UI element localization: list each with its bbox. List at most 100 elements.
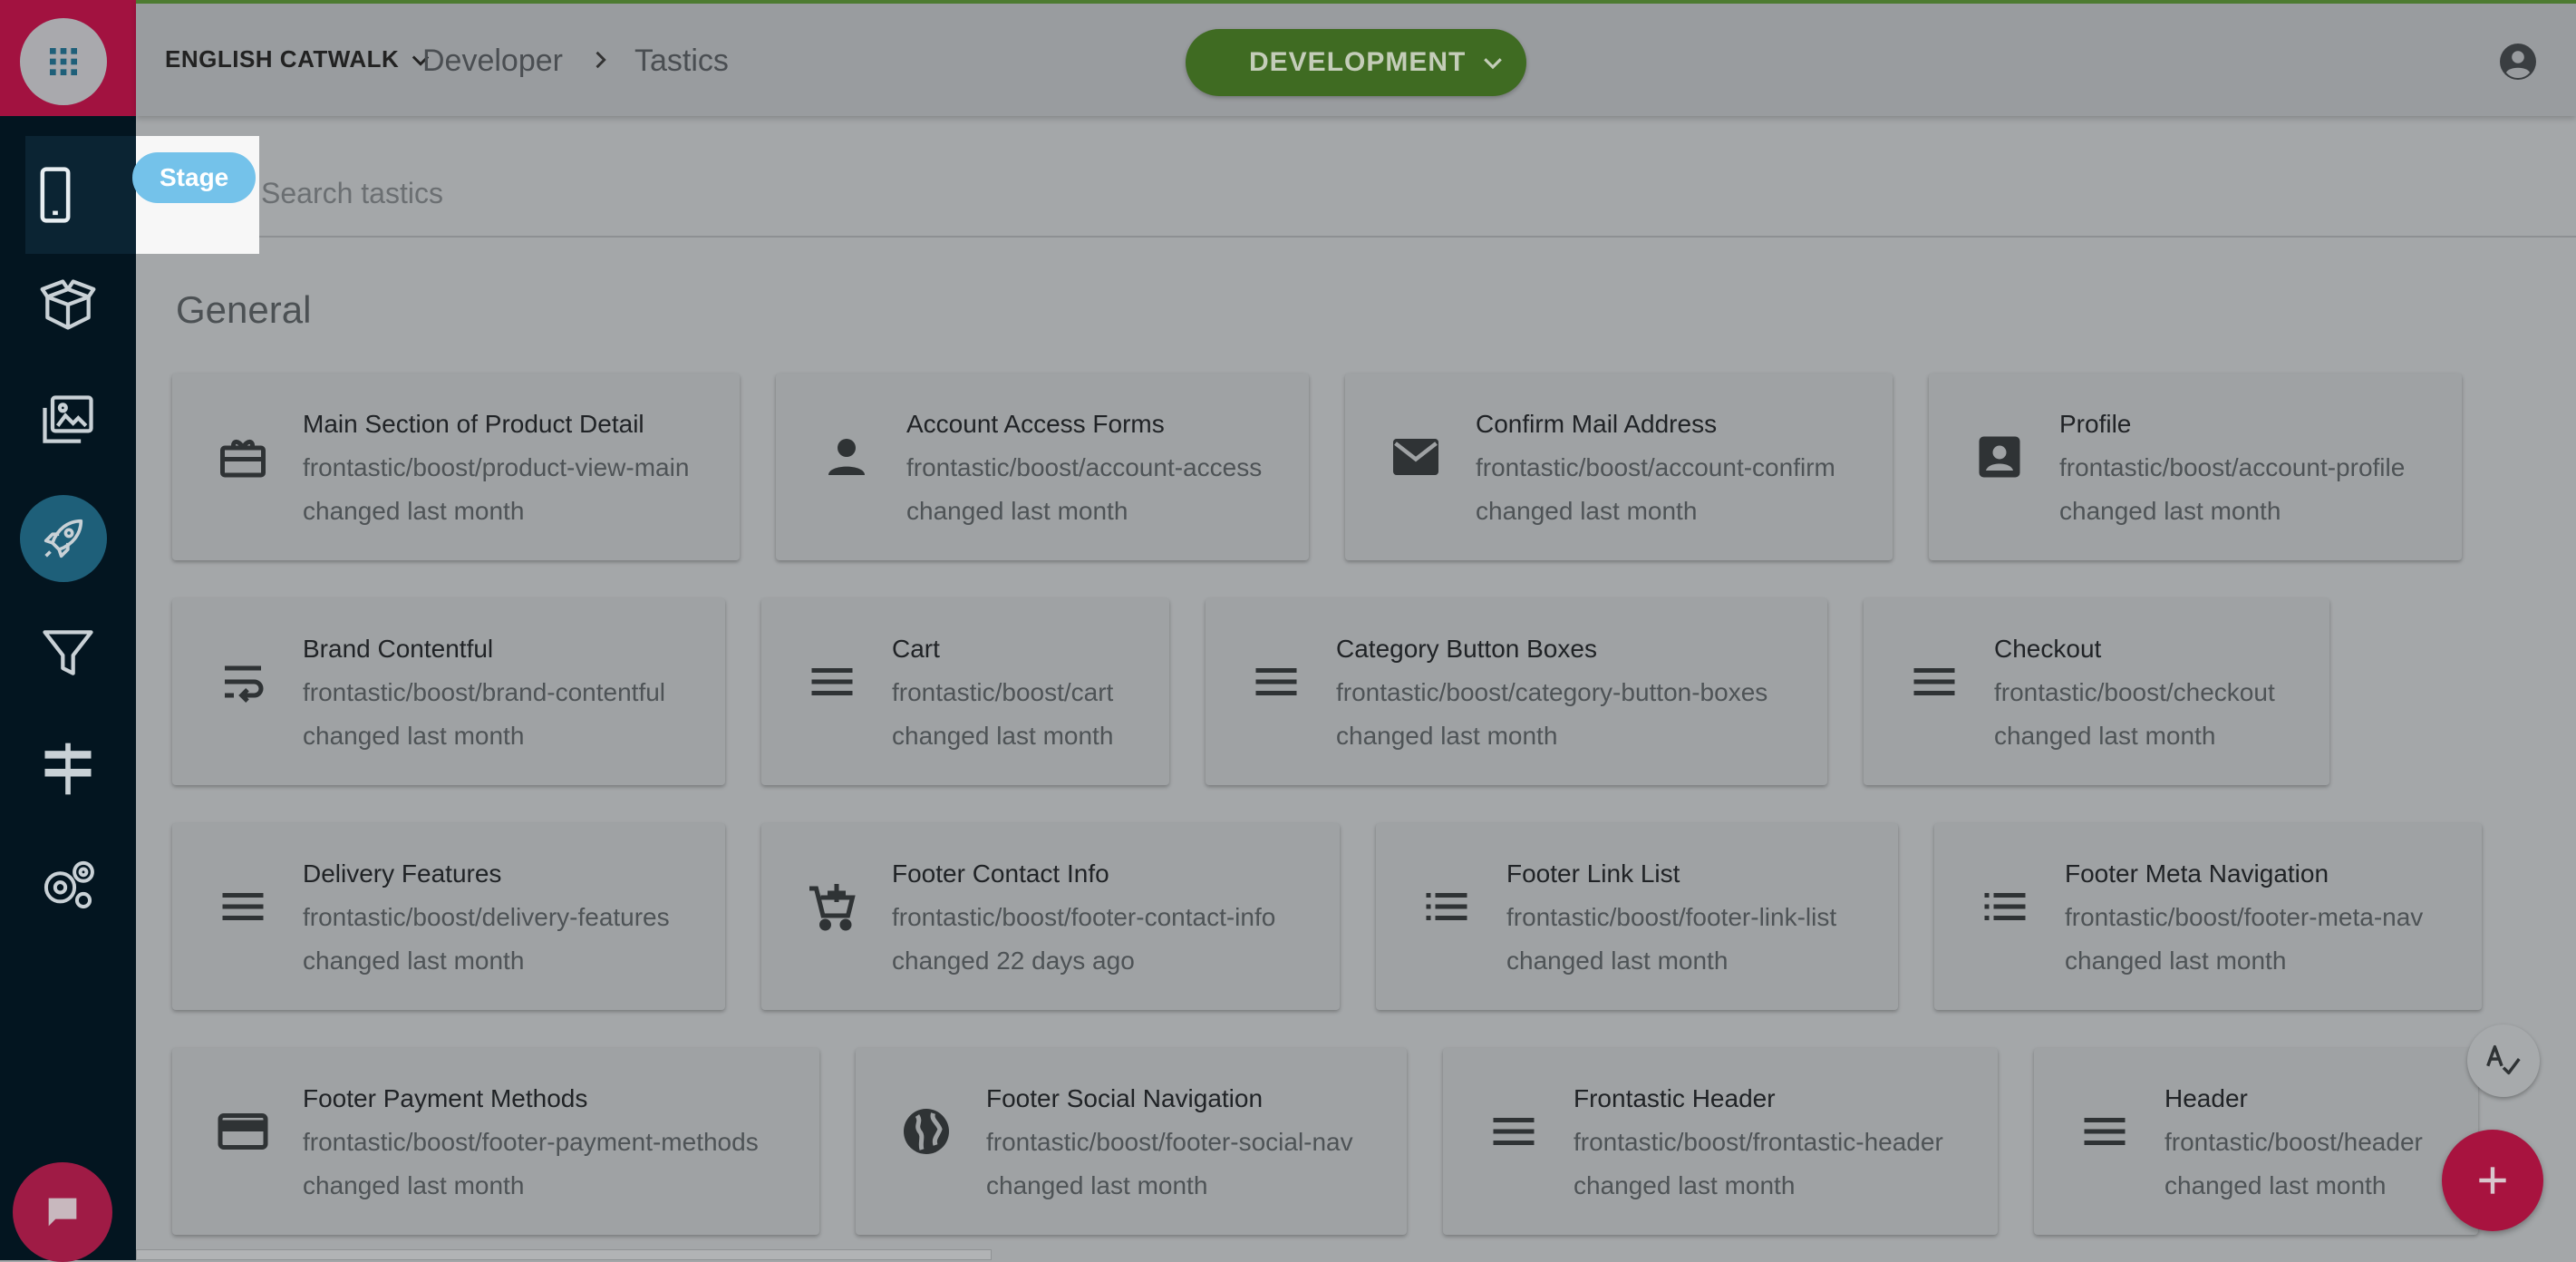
tastic-changed: changed last month bbox=[303, 722, 525, 750]
sidebar-item-media[interactable] bbox=[0, 366, 136, 475]
tastic-tile[interactable]: Brand Contentful frontastic/boost/brand-… bbox=[172, 598, 725, 785]
tastic-path: frontastic/boost/footer-payment-methods bbox=[303, 1128, 759, 1156]
tastic-tile[interactable]: Footer Link List frontastic/boost/footer… bbox=[1376, 823, 1898, 1010]
tastic-changed: changed 22 days ago bbox=[892, 946, 1135, 975]
tastic-name: Frontastic Header bbox=[1574, 1084, 1776, 1112]
sidebar-item-filter[interactable] bbox=[0, 598, 136, 707]
tastic-path: frontastic/boost/footer-social-nav bbox=[986, 1128, 1353, 1156]
account-circle-icon[interactable] bbox=[2496, 40, 2540, 83]
tastic-tile[interactable]: Header frontastic/boost/header changed l… bbox=[2034, 1048, 2478, 1235]
tastic-path: frontastic/boost/cart bbox=[892, 678, 1114, 706]
sidebar-item-stage[interactable] bbox=[25, 136, 136, 254]
sidebar bbox=[0, 0, 136, 1262]
person-icon bbox=[828, 439, 865, 475]
image-gallery-icon bbox=[43, 395, 93, 443]
tastic-path: frontastic/boost/account-confirm bbox=[1476, 453, 1835, 481]
apps-grid-icon bbox=[50, 48, 77, 75]
add-tastic-button[interactable] bbox=[2442, 1130, 2543, 1231]
tastic-tile[interactable]: Category Button Boxes frontastic/boost/c… bbox=[1206, 598, 1827, 785]
tastic-path: frontastic/boost/brand-contentful bbox=[303, 678, 666, 706]
tastic-path: frontastic/boost/delivery-features bbox=[303, 903, 670, 931]
menu-lines-icon bbox=[1255, 668, 1297, 695]
tastic-name: Header bbox=[2164, 1084, 2248, 1112]
search-input[interactable] bbox=[259, 172, 1351, 214]
tastic-name: Confirm Mail Address bbox=[1476, 410, 1718, 438]
tastic-tile[interactable]: Footer Contact Info frontastic/boost/foo… bbox=[761, 823, 1340, 1010]
tastic-name: Category Button Boxes bbox=[1336, 635, 1597, 663]
sidebar-item-settings[interactable] bbox=[0, 830, 136, 939]
tastic-tile[interactable]: Main Section of Product Detail frontasti… bbox=[172, 374, 740, 560]
bottom-scroll-bar[interactable] bbox=[136, 1249, 992, 1260]
tastic-tile[interactable]: Checkout frontastic/boost/checkout chang… bbox=[1864, 598, 2329, 785]
tastic-path: frontastic/boost/frontastic-header bbox=[1574, 1128, 1943, 1156]
spellcheck-button[interactable] bbox=[2467, 1024, 2540, 1097]
globe-icon bbox=[904, 1109, 949, 1154]
tastic-path: frontastic/boost/footer-link-list bbox=[1506, 903, 1837, 931]
apps-area bbox=[0, 0, 136, 116]
sidebar-item-developer[interactable] bbox=[20, 495, 107, 582]
tastic-tile[interactable]: Frontastic Header frontastic/boost/front… bbox=[1443, 1048, 1998, 1235]
tastic-changed: changed last month bbox=[1336, 722, 1558, 750]
tastic-changed: changed last month bbox=[2059, 497, 2281, 525]
tastic-changed: changed last month bbox=[303, 946, 525, 975]
box-icon bbox=[40, 279, 96, 330]
tastic-name: Footer Social Navigation bbox=[986, 1084, 1264, 1112]
tastic-tile[interactable]: Delivery Features frontastic/boost/deliv… bbox=[172, 823, 725, 1010]
sidebar-item-components[interactable] bbox=[0, 250, 136, 359]
sidebar-item-redirects[interactable] bbox=[0, 714, 136, 823]
tastic-changed: changed last month bbox=[303, 1171, 525, 1199]
rocket-icon bbox=[44, 519, 83, 558]
tastic-tile[interactable]: Cart frontastic/boost/cart changed last … bbox=[761, 598, 1169, 785]
credit-card-icon bbox=[218, 1113, 268, 1150]
tastic-tile[interactable]: Footer Social Navigation frontastic/boos… bbox=[856, 1048, 1407, 1235]
menu-lines-icon bbox=[1913, 668, 1955, 695]
section-title: General bbox=[176, 288, 312, 331]
chat-bubble-icon bbox=[48, 1198, 77, 1227]
tastic-path: frontastic/boost/header bbox=[2164, 1128, 2423, 1156]
tastic-name: Footer Meta Navigation bbox=[2065, 859, 2329, 888]
tastic-changed: changed last month bbox=[303, 497, 525, 525]
tastic-tile[interactable]: Footer Payment Methods frontastic/boost/… bbox=[172, 1048, 819, 1235]
chevron-right-icon bbox=[596, 51, 606, 69]
tastic-tile[interactable]: Profile frontastic/boost/account-profile… bbox=[1929, 374, 2462, 560]
tastic-name: Checkout bbox=[1994, 635, 2102, 663]
environment-label: DEVELOPMENT bbox=[1249, 47, 1467, 77]
tastic-path: frontastic/boost/checkout bbox=[1994, 678, 2275, 706]
tastic-tile[interactable]: Footer Meta Navigation frontastic/boost/… bbox=[1934, 823, 2482, 1010]
tastic-tile[interactable]: Confirm Mail Address frontastic/boost/ac… bbox=[1345, 374, 1893, 560]
mail-icon bbox=[1393, 439, 1438, 475]
tastic-changed: changed last month bbox=[1476, 497, 1698, 525]
tastic-changed: changed last month bbox=[1574, 1171, 1796, 1199]
tastic-tile[interactable]: Account Access Forms frontastic/boost/ac… bbox=[776, 374, 1309, 560]
filter-icon bbox=[43, 630, 93, 675]
project-name: ENGLISH CATWALK bbox=[165, 45, 400, 73]
search-bar bbox=[136, 136, 2576, 238]
tastic-name: Account Access Forms bbox=[906, 410, 1165, 438]
tastic-name: Main Section of Product Detail bbox=[303, 410, 644, 438]
project-selector[interactable]: ENGLISH CATWALK bbox=[165, 45, 433, 73]
chat-button[interactable] bbox=[13, 1162, 112, 1262]
breadcrumb-developer[interactable]: Developer bbox=[422, 44, 563, 79]
apps-button[interactable] bbox=[20, 18, 107, 105]
environment-button[interactable]: DEVELOPMENT bbox=[1186, 29, 1526, 96]
menu-lines-icon bbox=[222, 893, 264, 920]
breadcrumb-tastics: Tastics bbox=[634, 44, 729, 78]
tastic-name: Profile bbox=[2059, 410, 2132, 438]
tastic-changed: changed last month bbox=[892, 722, 1114, 750]
tastic-name: Footer Payment Methods bbox=[303, 1084, 588, 1112]
tastic-path: frontastic/boost/category-button-boxes bbox=[1336, 678, 1768, 706]
tastic-path: frontastic/boost/footer-meta-nav bbox=[2065, 903, 2424, 931]
plus-icon bbox=[2479, 1167, 2506, 1194]
smartphone-icon bbox=[40, 167, 71, 223]
tastic-path: frontastic/boost/account-profile bbox=[2059, 453, 2406, 481]
tastic-changed: changed last month bbox=[1506, 946, 1729, 975]
spellcheck-icon bbox=[2486, 1044, 2521, 1075]
menu-lines-icon bbox=[811, 668, 853, 695]
tastic-name: Cart bbox=[892, 635, 940, 663]
tastic-changed: changed last month bbox=[906, 497, 1128, 525]
add-cart-icon bbox=[809, 884, 856, 931]
gears-icon bbox=[44, 860, 94, 909]
stage-tooltip: Stage bbox=[132, 152, 257, 203]
tastic-changed: changed last month bbox=[2065, 946, 2287, 975]
list-icon bbox=[1426, 893, 1467, 920]
